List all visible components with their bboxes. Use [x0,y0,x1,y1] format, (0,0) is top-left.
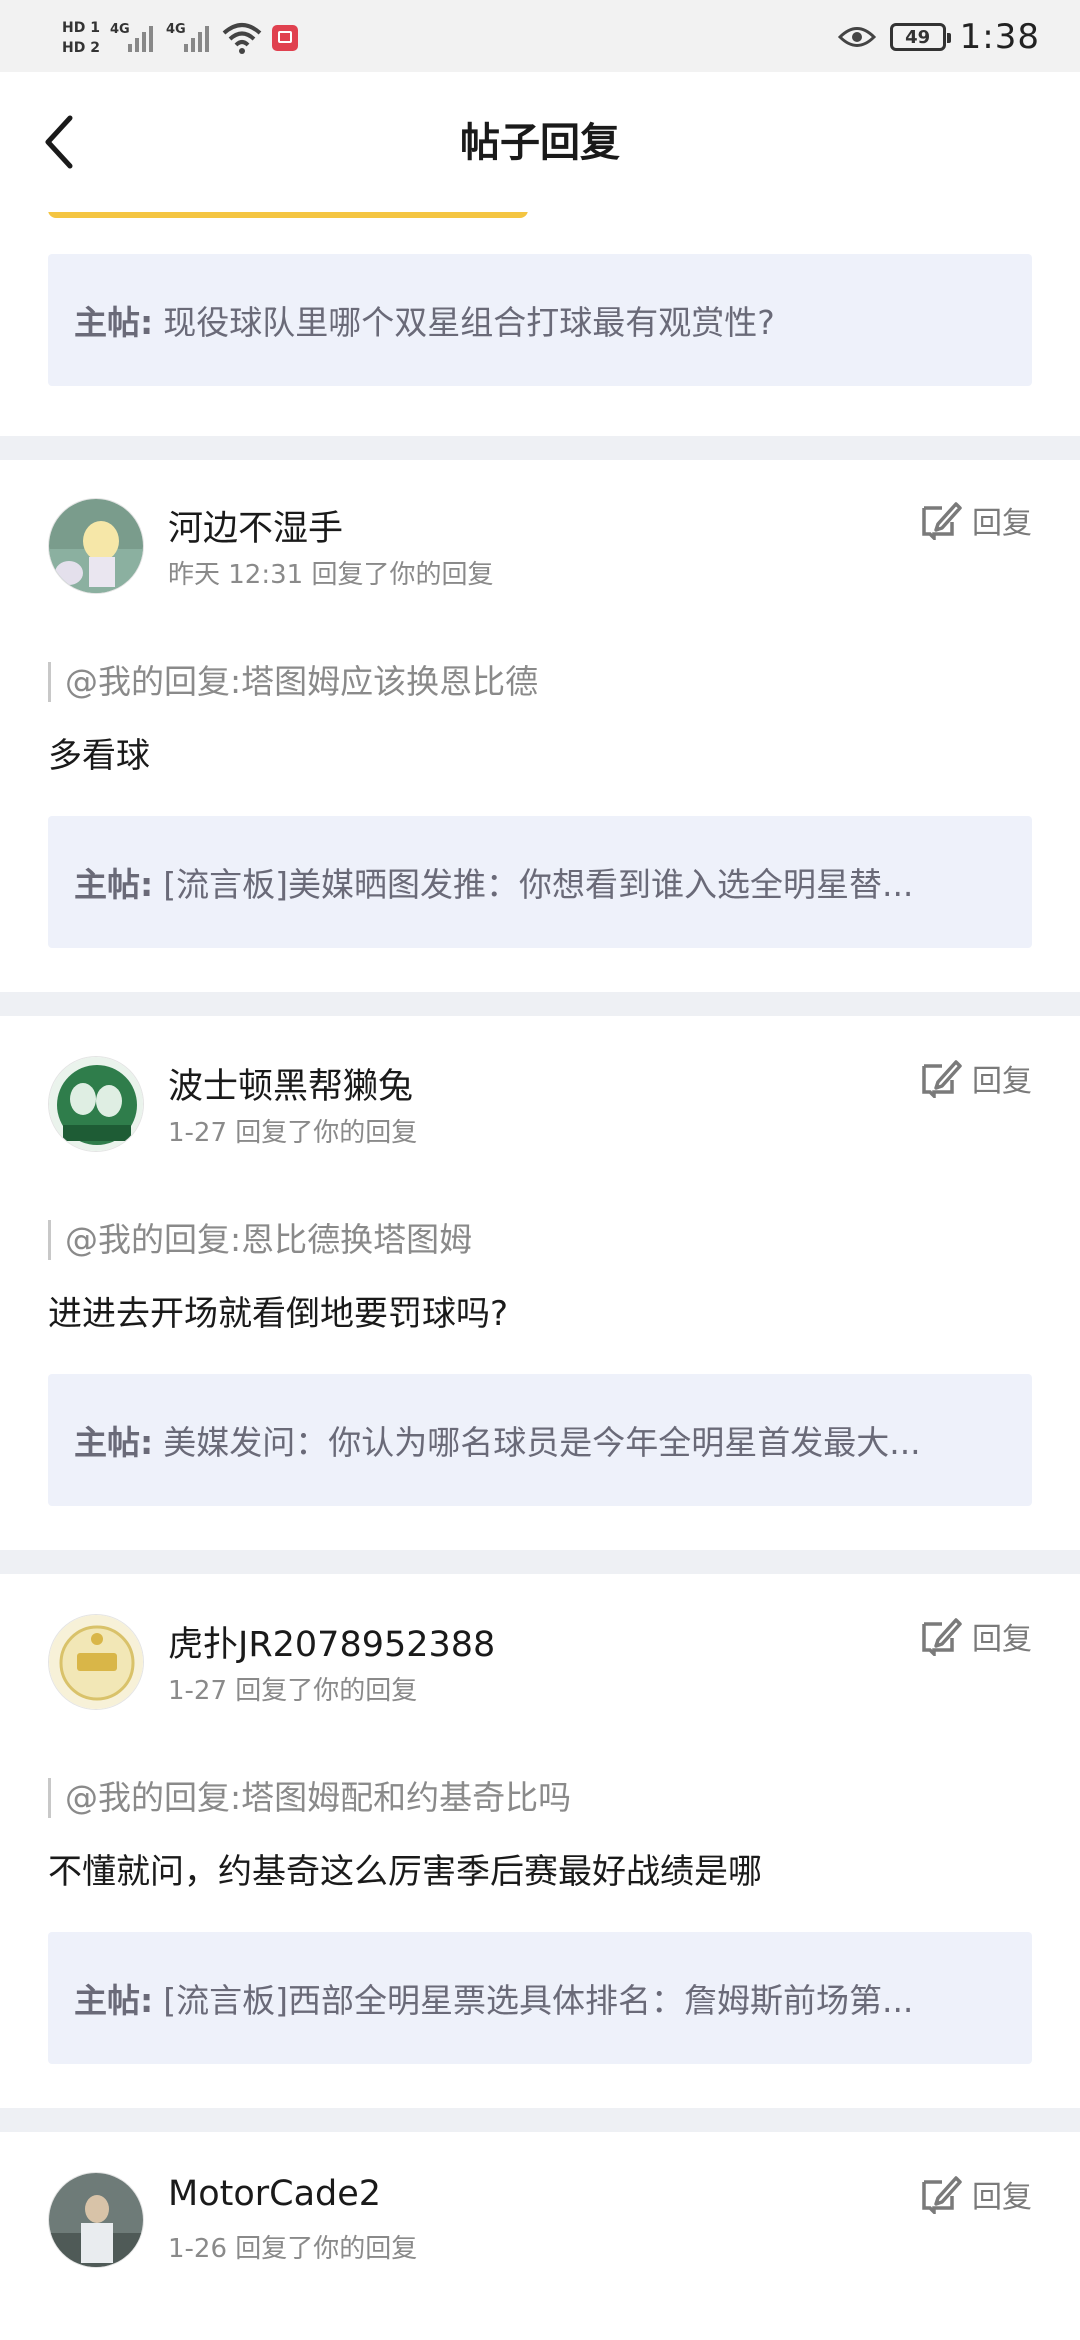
avatar[interactable] [48,498,144,594]
user-name[interactable]: 河边不湿手 [168,500,343,551]
reply-card[interactable]: MotorCade2 1-26 回复了你的回复 回复 [0,2134,1080,2340]
main-post-box[interactable]: 主帖: 美媒发问：你认为哪名球员是今年全明星首发最大... [48,1374,1032,1506]
reply-card[interactable]: 虎扑JR2078952388 1-27 回复了你的回复 回复 @我的回复:塔图姆… [0,1576,1080,2108]
reply-label: 回复 [972,1622,1032,1657]
divider [0,436,1080,460]
edit-icon [922,2176,962,2214]
hd-indicators: HD 1 HD 2 [62,19,100,57]
reply-body: 多看球 [48,736,150,776]
main-post-title: 现役球队里哪个双星组合打球最有观赏性? [163,303,775,342]
reply-label: 回复 [972,2180,1032,2215]
reply-body: 不懂就问，约基奇这么厉害季后赛最好战绩是哪 [48,1852,762,1892]
reply-button[interactable]: 回复 [920,498,1032,542]
reply-list[interactable]: 主帖: 现役球队里哪个双星组合打球最有观赏性? 河边不湿手 昨天 12:31 回… [0,212,1080,2340]
notification-icon [271,25,298,51]
main-post-box[interactable]: 主帖: 现役球队里哪个双星组合打球最有观赏性? [48,254,1032,386]
wifi-icon [222,21,262,55]
reply-meta: 1-26 回复了你的回复 [168,2234,418,2264]
nav-bar: 帖子回复 [0,72,1080,212]
main-post-title: [流言板]西部全明星票选具体排名：詹姆斯前场第... [163,1981,914,2020]
edit-icon [922,1060,962,1098]
hd1-label: HD 1 [62,20,100,36]
post-image-partial [48,212,528,218]
main-post-prefix: 主帖: [74,1981,154,2020]
divider [0,2108,1080,2132]
battery-level: 49 [905,26,931,48]
main-post-box[interactable]: 主帖: [流言板]西部全明星票选具体排名：詹姆斯前场第... [48,1932,1032,2064]
main-post-title: 美媒发问：你认为哪名球员是今年全明星首发最大... [163,1423,921,1462]
signal-2-icon: 4G [166,18,212,58]
user-name[interactable]: 波士顿黑帮獭兔 [168,1058,413,1109]
status-left: HD 1 HD 2 4G 4G [62,8,298,68]
clock: 1:38 [959,17,1040,57]
divider [0,992,1080,1016]
reply-button[interactable]: 回复 [920,1056,1032,1100]
reply-meta: 1-27 回复了你的回复 [168,1676,418,1706]
status-right: 49 1:38 [837,12,1040,62]
page-title: 帖子回复 [460,120,620,166]
reply-body: 进进去开场就看倒地要罚球吗? [48,1294,509,1334]
avatar[interactable] [48,1056,144,1152]
main-post-box[interactable]: 主帖: [流言板]美媒晒图发推：你想看到谁入选全明星替... [48,816,1032,948]
reply-button[interactable]: 回复 [920,1614,1032,1658]
hd2-label: HD 2 [62,40,100,56]
main-post-prefix: 主帖: [74,303,154,342]
reply-label: 回复 [972,506,1032,541]
avatar[interactable] [48,1614,144,1710]
signal-1-icon: 4G [110,18,156,58]
quoted-reply: @我的回复:塔图姆应该换恩比德 [48,662,538,702]
reply-meta: 昨天 12:31 回复了你的回复 [168,560,494,590]
reply-card[interactable]: 河边不湿手 昨天 12:31 回复了你的回复 回复 @我的回复:塔图姆应该换恩比… [0,460,1080,992]
list-item[interactable]: 主帖: 现役球队里哪个双星组合打球最有观赏性? [48,254,1032,386]
edit-icon [922,1618,962,1656]
reply-button[interactable]: 回复 [920,2172,1032,2216]
eye-icon [837,24,876,50]
main-post-prefix: 主帖: [74,865,154,904]
avatar[interactable] [48,2172,144,2268]
reply-card[interactable]: 波士顿黑帮獭兔 1-27 回复了你的回复 回复 @我的回复:恩比德换塔图姆 进进… [0,1018,1080,1550]
main-post-prefix: 主帖: [74,1423,154,1462]
quoted-reply: @我的回复:塔图姆配和约基奇比吗 [48,1778,571,1818]
divider [0,1550,1080,1574]
main-post-title: [流言板]美媒晒图发推：你想看到谁入选全明星替... [163,865,914,904]
user-name[interactable]: 虎扑JR2078952388 [168,1616,495,1667]
battery-icon: 49 [889,23,951,51]
reply-label: 回复 [972,1064,1032,1099]
quoted-reply: @我的回复:恩比德换塔图姆 [48,1220,472,1260]
user-name[interactable]: MotorCade2 [168,2174,381,2214]
edit-icon [922,502,962,540]
reply-meta: 1-27 回复了你的回复 [168,1118,418,1148]
status-bar: HD 1 HD 2 4G 4G 49 1:38 [0,0,1080,72]
